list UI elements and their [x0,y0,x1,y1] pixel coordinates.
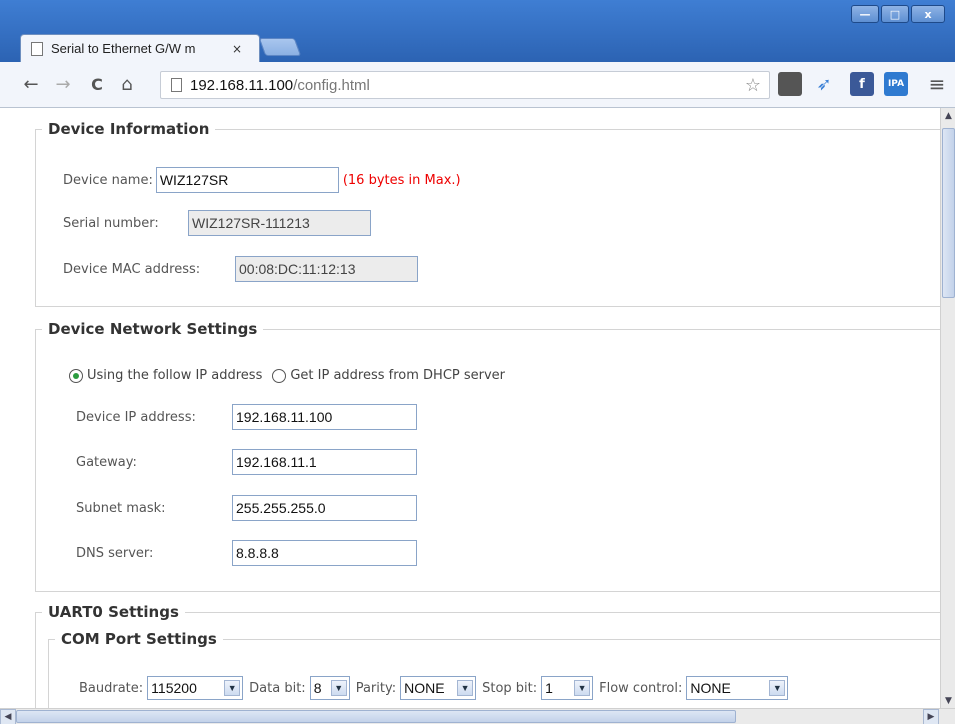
address-bar[interactable]: 192.168.11.100/config.html ☆ [160,71,770,99]
flow-control-select[interactable]: NONE ▼ [686,676,789,700]
mac-address-row: Device MAC address: 00:08:DC:11:12:13 [63,256,418,282]
scroll-down-icon[interactable]: ▼ [941,693,955,708]
parity-value: NONE [404,680,445,696]
horizontal-scrollbar[interactable]: ◀ ▶ [0,708,955,724]
ip-mode-radios: Using the follow IP address Get IP addre… [69,368,505,383]
device-name-row: Device name: WIZ127SR (16 bytes in Max.) [63,167,461,193]
home-icon[interactable]: ⌂ [114,74,140,95]
gateway-label: Gateway: [76,454,137,470]
databit-label: Data bit: [249,680,306,696]
databit-select[interactable]: 8 ▼ [309,676,350,700]
bookmark-star-icon[interactable]: ☆ [745,75,761,96]
url-path: /config.html [293,76,370,94]
chevron-down-icon: ▼ [330,680,347,696]
page-icon [31,41,43,56]
url-host: 192.168.11.100 [190,76,294,94]
static-ip-radio[interactable] [69,368,83,383]
databit-value: 8 [313,680,322,696]
chevron-down-icon: ▼ [224,680,241,696]
vertical-scrollbar[interactable]: ▲ ▼ [940,108,955,708]
stopbit-label: Stop bit: [482,680,538,696]
browser-toolbar: ← → C ⌂ 192.168.11.100/config.html ☆ ➶ f… [0,62,955,108]
close-window-button[interactable]: x [911,5,945,23]
ipa-extension-icon[interactable]: IPA [884,72,908,96]
chevron-down-icon: ▼ [769,680,786,696]
forward-icon[interactable]: → [50,74,76,95]
evernote-extension-icon[interactable] [778,72,802,96]
new-tab-button[interactable] [258,38,302,56]
dhcp-radio[interactable] [272,368,287,383]
device-name-input[interactable]: WIZ127SR [155,167,339,193]
dns-server-label: DNS server: [76,545,154,561]
mac-address-field: 00:08:DC:11:12:13 [235,256,418,282]
mac-address-label: Device MAC address: [63,261,201,277]
device-ip-label: Device IP address: [76,409,196,425]
network-settings-legend: Device Network Settings [48,320,258,338]
baudrate-select[interactable]: 115200 ▼ [147,676,244,700]
device-ip-input[interactable]: 192.168.11.100 [232,404,417,430]
dns-server-input[interactable]: 8.8.8.8 [232,540,417,566]
horizontal-scroll-thumb[interactable] [16,710,736,723]
subnet-mask-label: Subnet mask: [76,500,166,516]
facebook-extension-icon[interactable]: f [850,72,874,96]
device-name-hint: (16 bytes in Max.) [342,172,461,188]
static-ip-label: Using the follow IP address [87,368,263,383]
flow-control-label: Flow control: [599,680,683,696]
uart-settings-legend: UART0 Settings [48,603,179,621]
baudrate-value: 115200 [151,680,197,696]
chevron-down-icon: ▼ [574,680,591,696]
back-icon[interactable]: ← [18,74,44,95]
vertical-scroll-thumb[interactable] [942,128,955,298]
gateway-row: Gateway: 192.168.11.1 [76,449,417,475]
browser-tab[interactable]: Serial to Ethernet G/W m × [20,34,260,62]
com-port-legend: COM Port Settings [61,630,217,648]
window-titlebar: — □ x Serial to Ethernet G/W m × [0,0,955,62]
gateway-input[interactable]: 192.168.11.1 [232,449,417,475]
device-information-legend: Device Information [48,120,210,138]
baudrate-label: Baudrate: [79,680,144,696]
page-icon [171,78,182,92]
chevron-down-icon: ▼ [457,680,474,696]
scroll-right-icon[interactable]: ▶ [923,709,939,724]
bird-extension-icon[interactable]: ➶ [812,72,836,96]
flow-control-value: NONE [690,680,731,696]
subnet-mask-row: Subnet mask: 255.255.255.0 [76,495,417,521]
dns-server-row: DNS server: 8.8.8.8 [76,540,417,566]
stopbit-value: 1 [545,680,553,696]
parity-label: Parity: [355,680,397,696]
menu-icon[interactable]: ≡ [924,72,950,96]
window-controls: — □ x [851,5,945,23]
tab-close-icon[interactable]: × [232,42,242,56]
serial-number-label: Serial number: [63,215,159,231]
device-name-label: Device name: [63,172,153,188]
reload-icon[interactable]: C [84,75,110,94]
subnet-mask-input[interactable]: 255.255.255.0 [232,495,417,521]
serial-number-row: Serial number: WIZ127SR-111213 [63,210,371,236]
device-ip-row: Device IP address: 192.168.11.100 [76,404,417,430]
page-content: Device Information Device name: WIZ127SR… [0,108,940,708]
scroll-up-icon[interactable]: ▲ [941,108,955,123]
maximize-button[interactable]: □ [881,5,909,23]
scroll-left-icon[interactable]: ◀ [0,709,16,724]
com-port-row: Baudrate: 115200 ▼ Data bit: 8 ▼ Parity:… [79,676,789,700]
serial-number-field: WIZ127SR-111213 [188,210,371,236]
dhcp-label: Get IP address from DHCP server [290,368,506,383]
tab-title: Serial to Ethernet G/W m [51,41,196,56]
minimize-button[interactable]: — [851,5,879,23]
stopbit-select[interactable]: 1 ▼ [541,676,594,700]
parity-select[interactable]: NONE ▼ [400,676,477,700]
